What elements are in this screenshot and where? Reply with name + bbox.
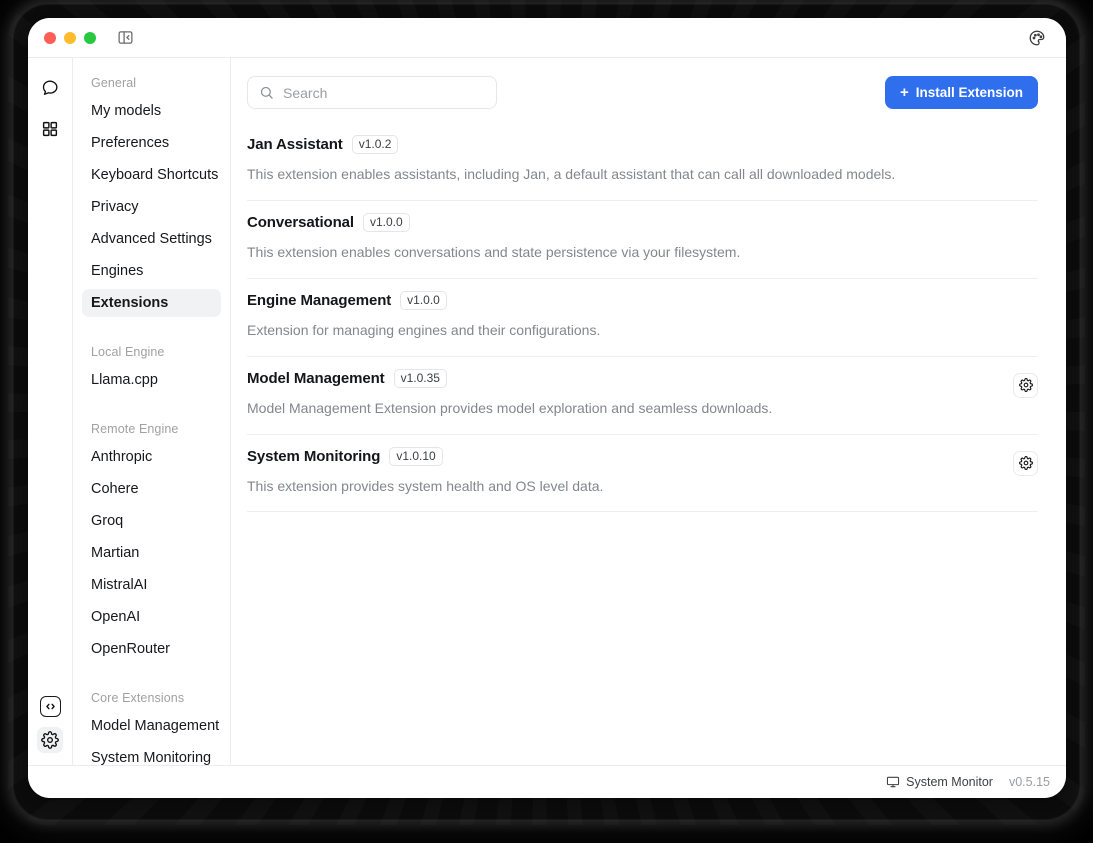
plus-icon: + (900, 85, 909, 100)
nav-section-local-engine: Local Engine Llama.cpp (82, 339, 221, 394)
sidebar-item-keyboard-shortcuts[interactable]: Keyboard Shortcuts (82, 161, 221, 189)
left-rail (28, 58, 73, 765)
extension-name: Jan Assistant (247, 136, 343, 153)
sidebar-item-mistralai[interactable]: MistralAI (82, 571, 221, 599)
nav-section-remote-engine: Remote Engine Anthropic Cohere Groq Mart… (82, 416, 221, 663)
extension-name: Engine Management (247, 292, 391, 309)
system-monitor-status[interactable]: System Monitor (886, 775, 993, 789)
sidebar-item-advanced-settings[interactable]: Advanced Settings (82, 225, 221, 253)
nav-section-general: General My models Preferences Keyboard S… (82, 70, 221, 317)
extension-description: Extension for managing engines and their… (247, 321, 999, 340)
sidebar-item-my-models[interactable]: My models (82, 97, 221, 125)
extension-row: Conversational v1.0.0 This extension ena… (247, 201, 1038, 279)
title-bar (28, 18, 1066, 58)
extension-title-line: Jan Assistant v1.0.2 (247, 135, 999, 154)
app-version: v0.5.15 (1009, 775, 1050, 789)
sidebar-item-model-management[interactable]: Model Management (82, 712, 221, 740)
extension-description: This extension enables conversations and… (247, 243, 999, 262)
sidebar-item-preferences[interactable]: Preferences (82, 129, 221, 157)
status-bar: System Monitor v0.5.15 (28, 765, 1066, 798)
sidebar-item-privacy[interactable]: Privacy (82, 193, 221, 221)
nav-section-title: General (82, 70, 221, 97)
sidebar-item-llamacpp[interactable]: Llama.cpp (82, 366, 221, 394)
nav-section-core-extensions: Core Extensions Model Management System … (82, 685, 221, 765)
chat-icon[interactable] (37, 74, 63, 100)
extension-info: Engine Management v1.0.0 Extension for m… (247, 291, 999, 340)
nav-section-title: Local Engine (82, 339, 221, 366)
extension-description: Model Management Extension provides mode… (247, 399, 999, 418)
sidebar-item-engines[interactable]: Engines (82, 257, 221, 285)
extension-row: Jan Assistant v1.0.2 This extension enab… (247, 131, 1038, 201)
extension-version-badge: v1.0.10 (389, 447, 442, 466)
extensions-panel: + Install Extension Jan Assistant v1.0.2… (231, 58, 1066, 765)
extension-info: Conversational v1.0.0 This extension ena… (247, 213, 999, 262)
nav-section-title: Remote Engine (82, 416, 221, 443)
extension-description: This extension enables assistants, inclu… (247, 165, 999, 184)
palette-icon[interactable] (1024, 25, 1050, 51)
extension-title-line: Engine Management v1.0.0 (247, 291, 999, 310)
sidebar-item-system-monitoring[interactable]: System Monitoring (82, 744, 221, 765)
nav-section-title: Core Extensions (82, 685, 221, 712)
extension-name: Model Management (247, 370, 385, 387)
extension-row: Model Management v1.0.35 Model Managemen… (247, 357, 1038, 435)
settings-nav: General My models Preferences Keyboard S… (73, 58, 231, 765)
maximize-window-button[interactable] (84, 32, 96, 44)
extension-version-badge: v1.0.0 (400, 291, 447, 310)
system-monitor-label: System Monitor (906, 775, 993, 789)
nav-spacer (82, 398, 221, 416)
extension-row: System Monitoring v1.0.10 This extension… (247, 435, 1038, 513)
title-bar-actions (1024, 25, 1054, 51)
extension-info: Model Management v1.0.35 Model Managemen… (247, 369, 999, 418)
extension-version-badge: v1.0.2 (352, 135, 399, 154)
settings-gear-icon[interactable] (37, 727, 63, 753)
extension-title-line: Conversational v1.0.0 (247, 213, 999, 232)
extension-title-line: Model Management v1.0.35 (247, 369, 999, 388)
traffic-light-buttons (44, 32, 96, 44)
sidebar-item-extensions[interactable]: Extensions (82, 289, 221, 317)
code-icon[interactable] (40, 696, 61, 717)
search-box[interactable] (247, 76, 497, 109)
minimize-window-button[interactable] (64, 32, 76, 44)
extension-version-badge: v1.0.0 (363, 213, 410, 232)
nav-spacer (82, 321, 221, 339)
search-icon (259, 85, 274, 100)
nav-spacer (82, 667, 221, 685)
sidebar-item-openai[interactable]: OpenAI (82, 603, 221, 631)
extension-settings-gear-icon[interactable] (1013, 451, 1038, 476)
extension-version-badge: v1.0.35 (394, 369, 447, 388)
window-body: General My models Preferences Keyboard S… (28, 58, 1066, 765)
sidebar-item-groq[interactable]: Groq (82, 507, 221, 535)
panel-collapse-icon[interactable] (116, 28, 135, 47)
extensions-toolbar: + Install Extension (247, 76, 1038, 109)
monitor-icon (886, 775, 900, 789)
sidebar-item-openrouter[interactable]: OpenRouter (82, 635, 221, 663)
sidebar-item-cohere[interactable]: Cohere (82, 475, 221, 503)
extension-title-line: System Monitoring v1.0.10 (247, 447, 999, 466)
rail-top-group (37, 74, 63, 142)
extension-name: System Monitoring (247, 448, 380, 465)
extensions-list: Jan Assistant v1.0.2 This extension enab… (247, 131, 1038, 512)
extension-settings-gear-icon[interactable] (1013, 373, 1038, 398)
app-window: General My models Preferences Keyboard S… (28, 18, 1066, 798)
sidebar-item-anthropic[interactable]: Anthropic (82, 443, 221, 471)
install-extension-button[interactable]: + Install Extension (885, 76, 1038, 109)
hub-grid-icon[interactable] (37, 116, 63, 142)
extension-info: System Monitoring v1.0.10 This extension… (247, 447, 999, 496)
extension-row: Engine Management v1.0.0 Extension for m… (247, 279, 1038, 357)
install-extension-label: Install Extension (916, 85, 1023, 100)
close-window-button[interactable] (44, 32, 56, 44)
search-input[interactable] (283, 85, 485, 101)
sidebar-item-martian[interactable]: Martian (82, 539, 221, 567)
extension-description: This extension provides system health an… (247, 477, 999, 496)
extension-info: Jan Assistant v1.0.2 This extension enab… (247, 135, 999, 184)
rail-bottom-group (37, 696, 63, 753)
extension-name: Conversational (247, 214, 354, 231)
